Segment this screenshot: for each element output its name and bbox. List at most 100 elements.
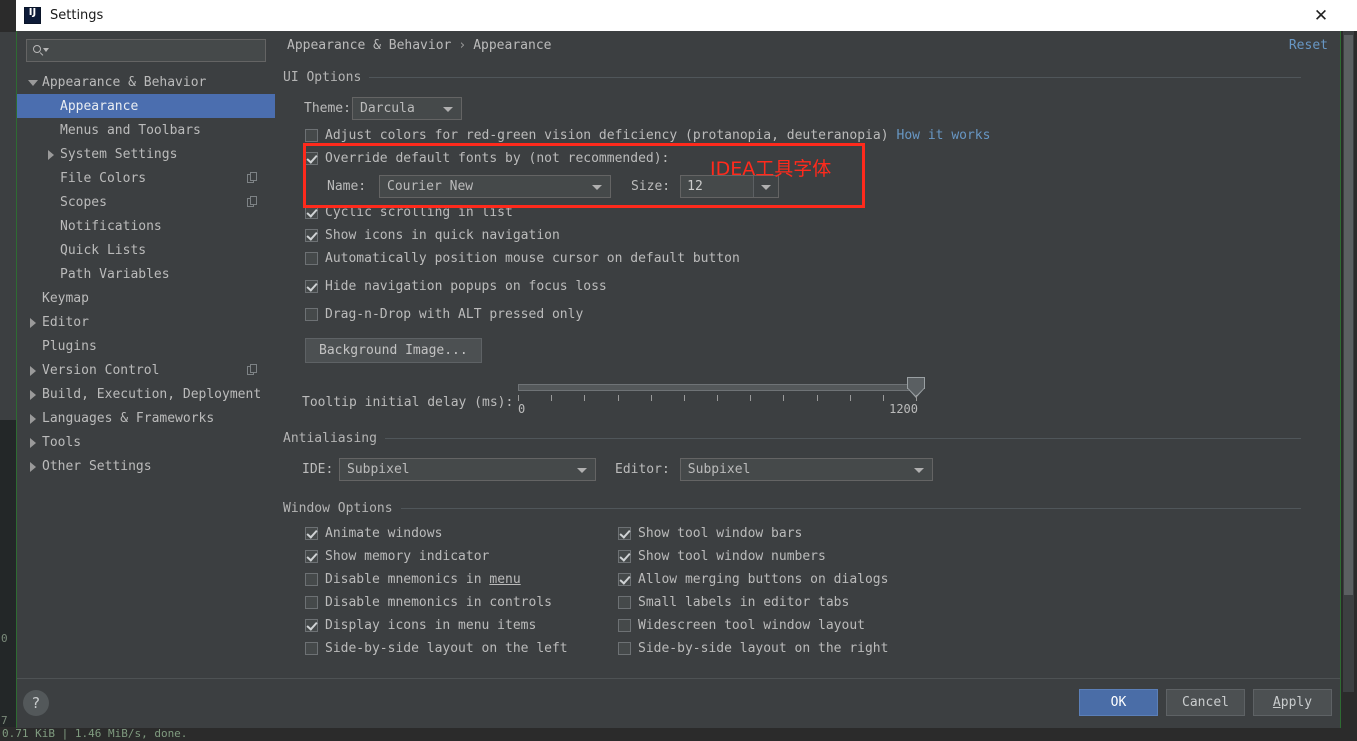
checkbox[interactable] [618,642,631,655]
chevron-right-icon[interactable] [26,388,39,401]
content-scrollbar[interactable] [1343,31,1354,692]
window-option-left-2[interactable]: Disable mnemonics in menu [305,568,618,591]
sidebar-item-version-control[interactable]: Version Control [17,358,275,382]
chevron-right-icon[interactable] [44,148,57,161]
ide-antialiasing-value: Subpixel [347,462,410,477]
search-box[interactable] [26,39,266,62]
override-fonts-label: Override default fonts by (not recommend… [325,151,670,166]
sidebar-item-keymap[interactable]: Keymap [17,286,275,310]
search-icon [32,44,49,58]
window-option-left-5[interactable]: Side-by-side layout on the left [305,637,618,660]
checkbox[interactable] [305,596,318,609]
sidebar-item-other-settings[interactable]: Other Settings [17,454,275,478]
chevron-right-icon[interactable] [26,460,39,473]
checkbox[interactable] [305,642,318,655]
copy-settings-icon[interactable] [247,172,259,184]
font-size-value[interactable]: 12 [681,176,753,197]
window-option-right-5[interactable]: Side-by-side layout on the right [618,637,888,660]
window-option-right-0[interactable]: Show tool window bars [618,522,888,545]
chevron-down-icon [592,185,602,190]
breadcrumb-parent[interactable]: Appearance & Behavior [287,38,451,53]
chevron-right-icon[interactable] [26,364,39,377]
window-option-right-1[interactable]: Show tool window numbers [618,545,888,568]
copy-settings-icon[interactable] [247,364,259,376]
how-it-works-link[interactable]: How it works [897,128,991,143]
sidebar-item-notifications[interactable]: Notifications [17,214,275,238]
ui-option-checkbox-2[interactable]: Automatically position mouse cursor on d… [305,247,1326,270]
chevron-right-icon[interactable] [26,436,39,449]
font-size-spinner[interactable]: 12 [680,175,780,198]
override-fonts-checkbox[interactable] [305,152,318,165]
cancel-button[interactable]: Cancel [1166,689,1245,716]
checkbox[interactable] [305,527,318,540]
checkbox[interactable] [618,619,631,632]
ui-option-checkbox-3[interactable]: Hide navigation popups on focus loss [305,275,1326,298]
editor-antialiasing-select[interactable]: Subpixel [679,458,933,481]
window-option-left-3[interactable]: Disable mnemonics in controls [305,591,618,614]
copy-settings-icon[interactable] [247,196,259,208]
sidebar-item-tools[interactable]: Tools [17,430,275,454]
checkbox[interactable] [305,308,318,321]
reset-link[interactable]: Reset [1289,38,1328,53]
slider-track[interactable] [518,384,916,391]
sidebar-item-build-execution-deployment[interactable]: Build, Execution, Deployment [17,382,275,406]
background-image-button[interactable]: Background Image... [305,338,482,363]
checkbox[interactable] [305,619,318,632]
ui-options-group-header: UI Options [283,70,1326,85]
window-option-right-3[interactable]: Small labels in editor tabs [618,591,888,614]
window-option-left-0[interactable]: Animate windows [305,522,618,545]
tooltip-delay-slider[interactable]: 0 1200 [518,377,925,417]
checkbox[interactable] [305,550,318,563]
ui-option-checkbox-4[interactable]: Drag-n-Drop with ALT pressed only [305,303,1326,326]
window-option-left-1[interactable]: Show memory indicator [305,545,618,568]
checkbox[interactable] [305,206,318,219]
theme-row: Theme: Darcula [304,97,1326,120]
window-title: Settings [50,8,104,23]
search-input[interactable] [48,42,265,59]
sidebar-item-languages-frameworks[interactable]: Languages & Frameworks [17,406,275,430]
ui-option-checkbox-1[interactable]: Show icons in quick navigation [305,224,1326,247]
adjust-colors-checkbox-row[interactable]: Adjust colors for red-green vision defic… [305,124,1326,147]
checkbox[interactable] [618,596,631,609]
font-name-select[interactable]: Courier New [379,175,611,198]
ide-antialiasing-select[interactable]: Subpixel [339,458,596,481]
ui-option-checkbox-0[interactable]: Cyclic scrolling in list [305,201,1326,224]
override-fonts-checkbox-row[interactable]: Override default fonts by (not recommend… [305,147,1326,170]
sidebar-item-file-colors[interactable]: File Colors [17,166,275,190]
chevron-down-icon[interactable] [753,176,779,197]
checkbox[interactable] [618,550,631,563]
chevron-right-icon[interactable] [26,412,39,425]
checkbox-label: Side-by-side layout on the left [325,641,568,656]
sidebar-item-system-settings[interactable]: System Settings [17,142,275,166]
sidebar-item-plugins[interactable]: Plugins [17,334,275,358]
ok-button[interactable]: OK [1079,689,1158,716]
sidebar-item-quick-lists[interactable]: Quick Lists [17,238,275,262]
adjust-colors-checkbox[interactable] [305,129,318,142]
window-option-left-4[interactable]: Display icons in menu items [305,614,618,637]
sidebar-item-path-variables[interactable]: Path Variables [17,262,275,286]
sidebar-item-scopes[interactable]: Scopes [17,190,275,214]
scrollbar-thumb[interactable] [1344,35,1353,595]
close-icon[interactable]: ✕ [1301,4,1341,28]
checkbox[interactable] [305,573,318,586]
checkbox[interactable] [618,573,631,586]
window-option-right-4[interactable]: Widescreen tool window layout [618,614,888,637]
sidebar-item-editor[interactable]: Editor [17,310,275,334]
checkbox[interactable] [305,280,318,293]
slider-tick [849,395,851,401]
sidebar-item-label: Editor [42,314,89,330]
checkbox[interactable] [305,229,318,242]
checkbox[interactable] [618,527,631,540]
chevron-right-icon[interactable] [26,316,39,329]
apply-button[interactable]: Apply [1253,689,1332,716]
sidebar-item-appearance[interactable]: Appearance [17,94,275,118]
help-button[interactable]: ? [23,690,49,716]
chevron-down-icon[interactable] [26,76,39,89]
theme-select[interactable]: Darcula [352,97,462,120]
sidebar-item-menus-and-toolbars[interactable]: Menus and Toolbars [17,118,275,142]
checkbox[interactable] [305,252,318,265]
sidebar-item-appearance-behavior[interactable]: Appearance & Behavior [17,70,275,94]
window-option-right-2[interactable]: Allow merging buttons on dialogs [618,568,888,591]
checkbox-label: Drag-n-Drop with ALT pressed only [325,307,584,322]
